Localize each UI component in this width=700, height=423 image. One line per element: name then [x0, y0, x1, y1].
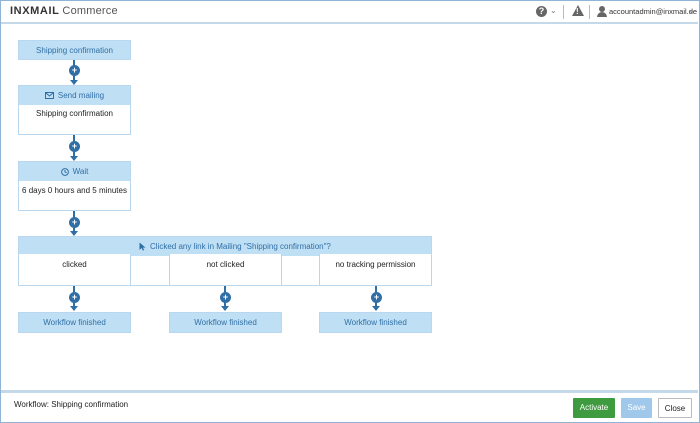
- app-logo[interactable]: INXMAIL Commerce: [10, 5, 118, 17]
- help-icon[interactable]: ?: [536, 6, 547, 17]
- clock-icon: [60, 167, 69, 176]
- add-step-icon[interactable]: +: [69, 141, 80, 152]
- cursor-icon: [139, 242, 146, 251]
- workflow-finished-node[interactable]: Workflow finished: [319, 312, 432, 333]
- arrow-down-icon: [372, 306, 380, 311]
- arrow-down-icon: [70, 306, 78, 311]
- workflow-canvas: Shipping confirmation + Send mailing Shi…: [1, 24, 698, 390]
- send-mailing-header: Send mailing: [19, 86, 130, 105]
- branch-no-tracking[interactable]: no tracking permission: [319, 254, 432, 286]
- add-step-icon[interactable]: +: [69, 65, 80, 76]
- wait-header: Wait: [19, 162, 130, 181]
- logo-brand: INXMAIL: [10, 5, 60, 17]
- trigger-node[interactable]: Shipping confirmation: [18, 40, 131, 60]
- header-divider: [563, 5, 564, 19]
- wait-node[interactable]: Wait 6 days 0 hours and 5 minutes: [18, 161, 131, 211]
- wait-title: Wait: [72, 167, 89, 176]
- add-step-icon[interactable]: +: [69, 292, 80, 303]
- envelope-icon: [44, 92, 54, 100]
- workflow-finished-node[interactable]: Workflow finished: [18, 312, 131, 333]
- send-mailing-title: Send mailing: [57, 91, 105, 100]
- footer-bar: Workflow: Shipping confirmation Activate…: [1, 393, 698, 422]
- activate-button[interactable]: Activate: [573, 398, 615, 418]
- branch-label: not clicked: [206, 260, 245, 269]
- top-bar: INXMAIL Commerce ? ⌄ ! accountadmin@inxma…: [1, 1, 698, 23]
- wait-body: 6 days 0 hours and 5 minutes: [22, 186, 127, 195]
- send-mailing-body: Shipping confirmation: [36, 109, 113, 118]
- help-chevron-down-icon[interactable]: ⌄: [550, 6, 557, 15]
- condition-title: Clicked any link in Mailing "Shipping co…: [150, 242, 331, 251]
- workflow-name-field[interactable]: Workflow: Shipping confirmation: [14, 400, 128, 409]
- header-divider: [589, 5, 590, 19]
- user-icon[interactable]: [597, 6, 607, 17]
- account-name[interactable]: accountadmin@inxmail.de: [609, 7, 697, 16]
- add-step-icon[interactable]: +: [69, 217, 80, 228]
- add-step-icon[interactable]: +: [220, 292, 231, 303]
- add-step-icon[interactable]: +: [371, 292, 382, 303]
- branch-label: no tracking permission: [335, 260, 416, 269]
- close-button[interactable]: Close: [658, 398, 692, 418]
- save-button[interactable]: Save: [621, 398, 652, 418]
- workflow-finished-node[interactable]: Workflow finished: [169, 312, 282, 333]
- arrow-down-icon: [221, 306, 229, 311]
- warning-mark: !: [576, 7, 579, 16]
- branch-label: clicked: [62, 260, 87, 269]
- branch-not-clicked[interactable]: not clicked: [169, 254, 282, 286]
- logo-product: Commerce: [62, 5, 118, 17]
- branch-clicked[interactable]: clicked: [18, 254, 131, 286]
- send-mailing-node[interactable]: Send mailing Shipping confirmation: [18, 85, 131, 135]
- account-chevron-down-icon[interactable]: ⌄: [688, 6, 695, 15]
